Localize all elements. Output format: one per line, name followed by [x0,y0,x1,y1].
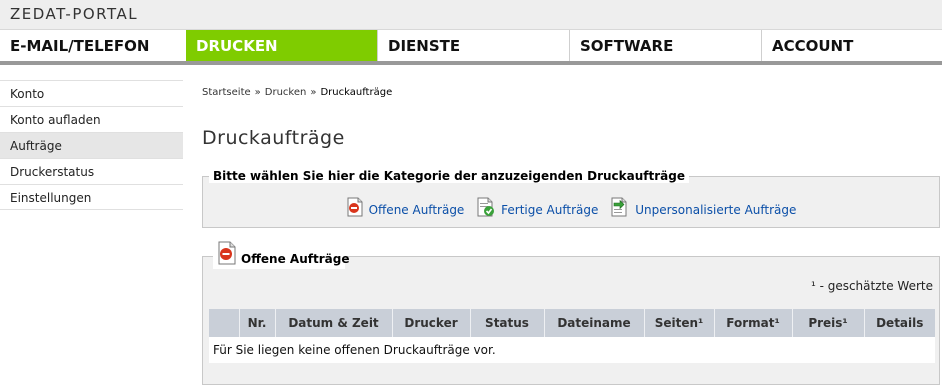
nav-item-account[interactable]: ACCOUNT [762,30,942,61]
open-jobs-legend: Offene Aufträge [213,241,349,269]
sidebar-item-auftraege[interactable]: Aufträge [0,132,183,158]
document-open-icon [346,197,364,220]
table-header-row: Nr. Datum & Zeit Drucker Status Dateinam… [209,309,935,337]
sidebar-item-einstellungen[interactable]: Einstellungen [0,184,183,210]
link-unpersonalisierte-auftraege[interactable]: Unpersonalisierte Aufträge [610,197,796,220]
sidebar-item-druckerstatus[interactable]: Druckerstatus [0,158,183,184]
main-nav: E-MAIL/TELEFON DRUCKEN DIENSTE SOFTWARE … [0,29,942,61]
open-jobs-title: Offene Aufträge [241,252,350,266]
table-row: Für Sie liegen keine offenen Druckaufträ… [209,337,935,363]
breadcrumb: Startseite» Drucken» Druckaufträge [202,87,392,98]
sidebar-item-konto-aufladen[interactable]: Konto aufladen [0,106,183,132]
breadcrumb-startseite[interactable]: Startseite [202,87,251,98]
breadcrumb-separator: » [254,87,261,98]
breadcrumb-drucken[interactable]: Drucken [265,87,307,98]
breadcrumb-current: Druckaufträge [320,87,393,98]
link-offene-auftraege[interactable]: Offene Aufträge [346,197,465,220]
category-links: Offene Aufträge Fertige Aufträge Unperso… [203,197,939,220]
document-forward-icon [610,197,630,220]
column-header-details[interactable]: Details [864,309,935,337]
top-bar: ZEDAT-PORTAL [0,0,942,29]
column-header-dateiname[interactable]: Dateiname [544,309,645,337]
sidebar: Konto Konto aufladen Aufträge Druckersta… [0,80,183,210]
link-unpersonalisierte-auftraege-label: Unpersonalisierte Aufträge [635,203,797,217]
column-header-seiten[interactable]: Seiten¹ [644,309,715,337]
column-header-datum-zeit[interactable]: Datum & Zeit [275,309,393,337]
link-offene-auftraege-label: Offene Aufträge [368,203,465,217]
column-header-nr[interactable]: Nr. [239,309,276,337]
empty-message: Für Sie liegen keine offenen Druckaufträ… [209,337,935,363]
portal-title: ZEDAT-PORTAL [10,5,139,23]
column-header-select [209,309,240,337]
category-legend: Bitte wählen Sie hier die Kategorie der … [209,169,689,183]
column-header-status[interactable]: Status [470,309,545,337]
breadcrumb-separator: » [310,87,317,98]
document-open-icon [217,241,237,268]
page-title: Druckaufträge [202,127,345,149]
nav-item-dienste[interactable]: DIENSTE [378,30,570,61]
estimate-note: ¹ - geschätzte Werte [810,279,933,293]
category-fieldset: Bitte wählen Sie hier die Kategorie der … [202,169,940,228]
link-fertige-auftraege-label: Fertige Aufträge [501,203,599,217]
nav-item-software[interactable]: SOFTWARE [570,30,762,61]
nav-divider [0,61,942,65]
jobs-table: Nr. Datum & Zeit Drucker Status Dateinam… [209,309,935,363]
column-header-preis[interactable]: Preis¹ [792,309,865,337]
open-jobs-fieldset: Offene Aufträge ¹ - geschätzte Werte Nr.… [202,241,940,385]
column-header-drucker[interactable]: Drucker [392,309,471,337]
document-done-icon [476,197,496,220]
nav-item-drucken[interactable]: DRUCKEN [186,30,378,61]
column-header-format[interactable]: Format¹ [714,309,793,337]
link-fertige-auftraege[interactable]: Fertige Aufträge [476,197,598,220]
nav-item-email-telefon[interactable]: E-MAIL/TELEFON [0,30,192,61]
sidebar-item-konto[interactable]: Konto [0,80,183,106]
